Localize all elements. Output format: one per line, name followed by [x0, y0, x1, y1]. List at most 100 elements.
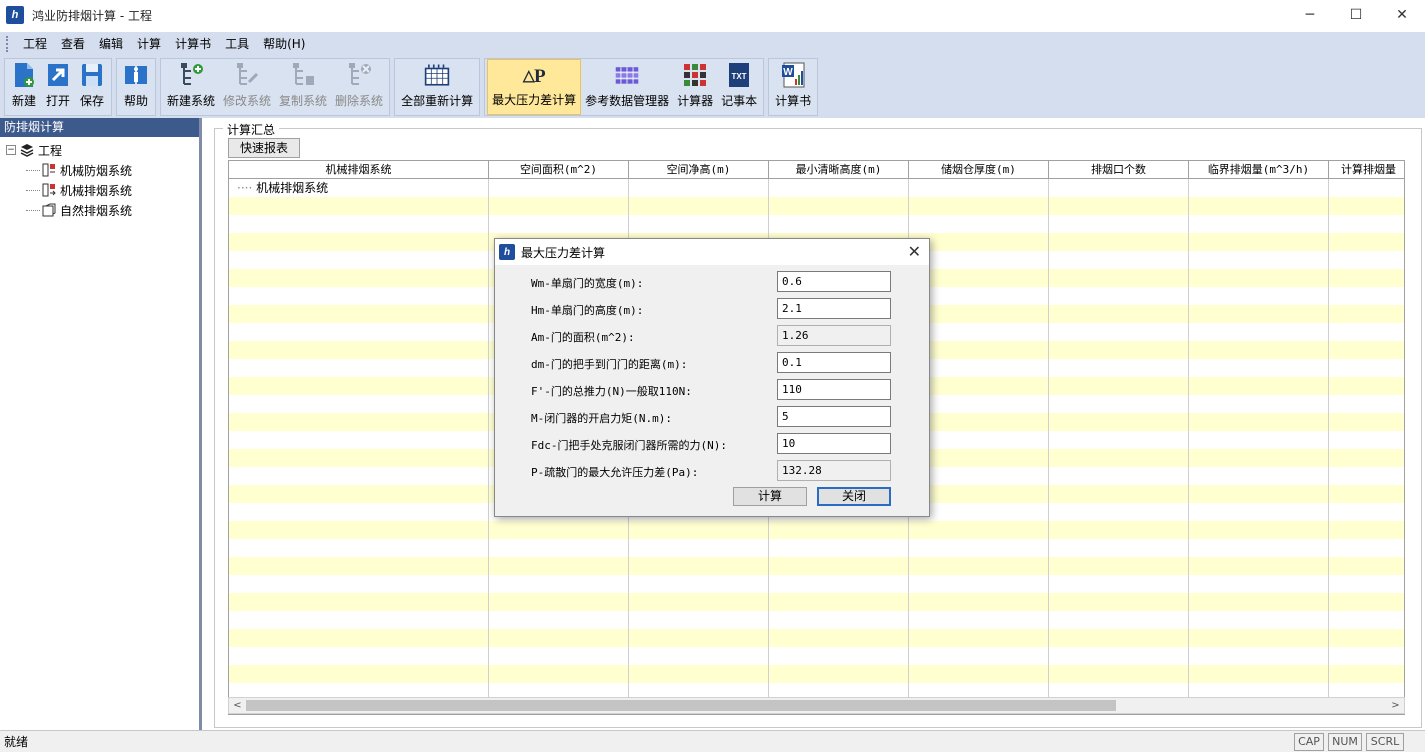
tree-root[interactable]: − 工程	[0, 140, 199, 160]
table-cell[interactable]	[909, 647, 1049, 665]
table-cell[interactable]	[1189, 539, 1329, 557]
table-row[interactable]	[229, 521, 1404, 539]
table-cell[interactable]	[1189, 449, 1329, 467]
minimize-button[interactable]: ─	[1287, 0, 1333, 30]
table-cell[interactable]	[1049, 557, 1189, 575]
menu-item[interactable]: 工程	[16, 32, 54, 56]
table-cell[interactable]	[1329, 233, 1404, 251]
table-cell[interactable]	[1049, 449, 1189, 467]
toolbar-button-calculator[interactable]: 计算器	[673, 59, 717, 115]
table-cell[interactable]	[1189, 179, 1329, 197]
toolbar-button-delete-system[interactable]: 删除系统	[331, 59, 387, 115]
table-cell[interactable]	[1049, 467, 1189, 485]
table-cell[interactable]	[629, 575, 769, 593]
table-cell[interactable]	[489, 611, 629, 629]
table-cell[interactable]	[1049, 647, 1189, 665]
value-input[interactable]: 0.6	[777, 271, 891, 292]
table-cell[interactable]	[229, 197, 489, 215]
table-cell[interactable]	[1189, 611, 1329, 629]
table-cell[interactable]	[909, 341, 1049, 359]
table-cell[interactable]	[629, 611, 769, 629]
table-cell[interactable]	[1329, 395, 1404, 413]
table-cell[interactable]	[489, 557, 629, 575]
table-cell[interactable]	[1189, 341, 1329, 359]
table-cell[interactable]	[229, 485, 489, 503]
table-cell[interactable]	[1189, 215, 1329, 233]
table-cell[interactable]	[229, 215, 489, 233]
table-cell[interactable]	[1049, 269, 1189, 287]
table-cell[interactable]	[909, 269, 1049, 287]
table-cell[interactable]	[489, 179, 629, 197]
table-cell[interactable]	[1189, 665, 1329, 683]
table-cell[interactable]	[1189, 431, 1329, 449]
table-cell[interactable]: ···· 机械排烟系统	[229, 179, 489, 197]
table-row[interactable]	[229, 575, 1404, 593]
table-cell[interactable]	[229, 359, 489, 377]
table-cell[interactable]	[1049, 665, 1189, 683]
table-cell[interactable]	[1189, 395, 1329, 413]
table-cell[interactable]	[1329, 593, 1404, 611]
table-cell[interactable]	[1329, 449, 1404, 467]
table-cell[interactable]	[229, 575, 489, 593]
table-cell[interactable]	[229, 233, 489, 251]
table-cell[interactable]	[229, 449, 489, 467]
table-cell[interactable]	[1049, 413, 1189, 431]
table-cell[interactable]	[229, 593, 489, 611]
table-cell[interactable]	[1049, 215, 1189, 233]
table-cell[interactable]	[1189, 233, 1329, 251]
grid-column-header[interactable]: 空间净高(m)	[629, 161, 769, 178]
table-row[interactable]	[229, 557, 1404, 575]
grid-column-header[interactable]: 储烟仓厚度(m)	[909, 161, 1049, 178]
table-cell[interactable]	[769, 629, 909, 647]
table-cell[interactable]	[909, 215, 1049, 233]
table-row[interactable]	[229, 665, 1404, 683]
table-cell[interactable]	[769, 521, 909, 539]
table-cell[interactable]	[909, 359, 1049, 377]
table-cell[interactable]	[1329, 575, 1404, 593]
scroll-left-icon[interactable]: <	[229, 700, 246, 711]
table-cell[interactable]	[629, 557, 769, 575]
table-cell[interactable]	[229, 269, 489, 287]
table-cell[interactable]	[769, 179, 909, 197]
table-cell[interactable]	[489, 521, 629, 539]
table-cell[interactable]	[1049, 359, 1189, 377]
table-cell[interactable]	[1049, 233, 1189, 251]
table-cell[interactable]	[769, 593, 909, 611]
table-cell[interactable]	[629, 629, 769, 647]
table-cell[interactable]	[1189, 323, 1329, 341]
table-cell[interactable]	[769, 575, 909, 593]
toolbar-button-recalc-all[interactable]: 全部重新计算	[397, 59, 477, 115]
table-cell[interactable]	[229, 323, 489, 341]
toolbar-button-word-doc[interactable]: W 计算书	[771, 59, 815, 115]
table-cell[interactable]	[909, 395, 1049, 413]
table-cell[interactable]	[1189, 593, 1329, 611]
grid-column-header[interactable]: 排烟口个数	[1049, 161, 1189, 178]
table-cell[interactable]	[629, 539, 769, 557]
scroll-right-icon[interactable]: >	[1387, 700, 1404, 711]
table-cell[interactable]	[229, 251, 489, 269]
table-cell[interactable]	[489, 539, 629, 557]
table-cell[interactable]	[229, 521, 489, 539]
table-cell[interactable]	[1329, 431, 1404, 449]
table-cell[interactable]	[909, 431, 1049, 449]
toolbar-button-copy-system[interactable]: 复制系统	[275, 59, 331, 115]
table-cell[interactable]	[1049, 593, 1189, 611]
table-cell[interactable]	[909, 503, 1049, 521]
table-cell[interactable]	[629, 665, 769, 683]
table-cell[interactable]	[909, 287, 1049, 305]
table-cell[interactable]	[909, 665, 1049, 683]
table-cell[interactable]	[769, 197, 909, 215]
table-cell[interactable]	[229, 431, 489, 449]
table-cell[interactable]	[909, 629, 1049, 647]
table-cell[interactable]	[1049, 521, 1189, 539]
table-cell[interactable]	[1329, 179, 1404, 197]
table-cell[interactable]	[229, 665, 489, 683]
tree-item-mech-smoke-prevention[interactable]: 机械防烟系统	[0, 160, 199, 180]
table-row[interactable]	[229, 647, 1404, 665]
toolbar-button-new-system[interactable]: 新建系统	[163, 59, 219, 115]
menu-item[interactable]: 编辑	[92, 32, 130, 56]
value-input[interactable]: 0.1	[777, 352, 891, 373]
maximize-button[interactable]: ☐	[1333, 0, 1379, 30]
table-cell[interactable]	[629, 647, 769, 665]
table-cell[interactable]	[1329, 503, 1404, 521]
